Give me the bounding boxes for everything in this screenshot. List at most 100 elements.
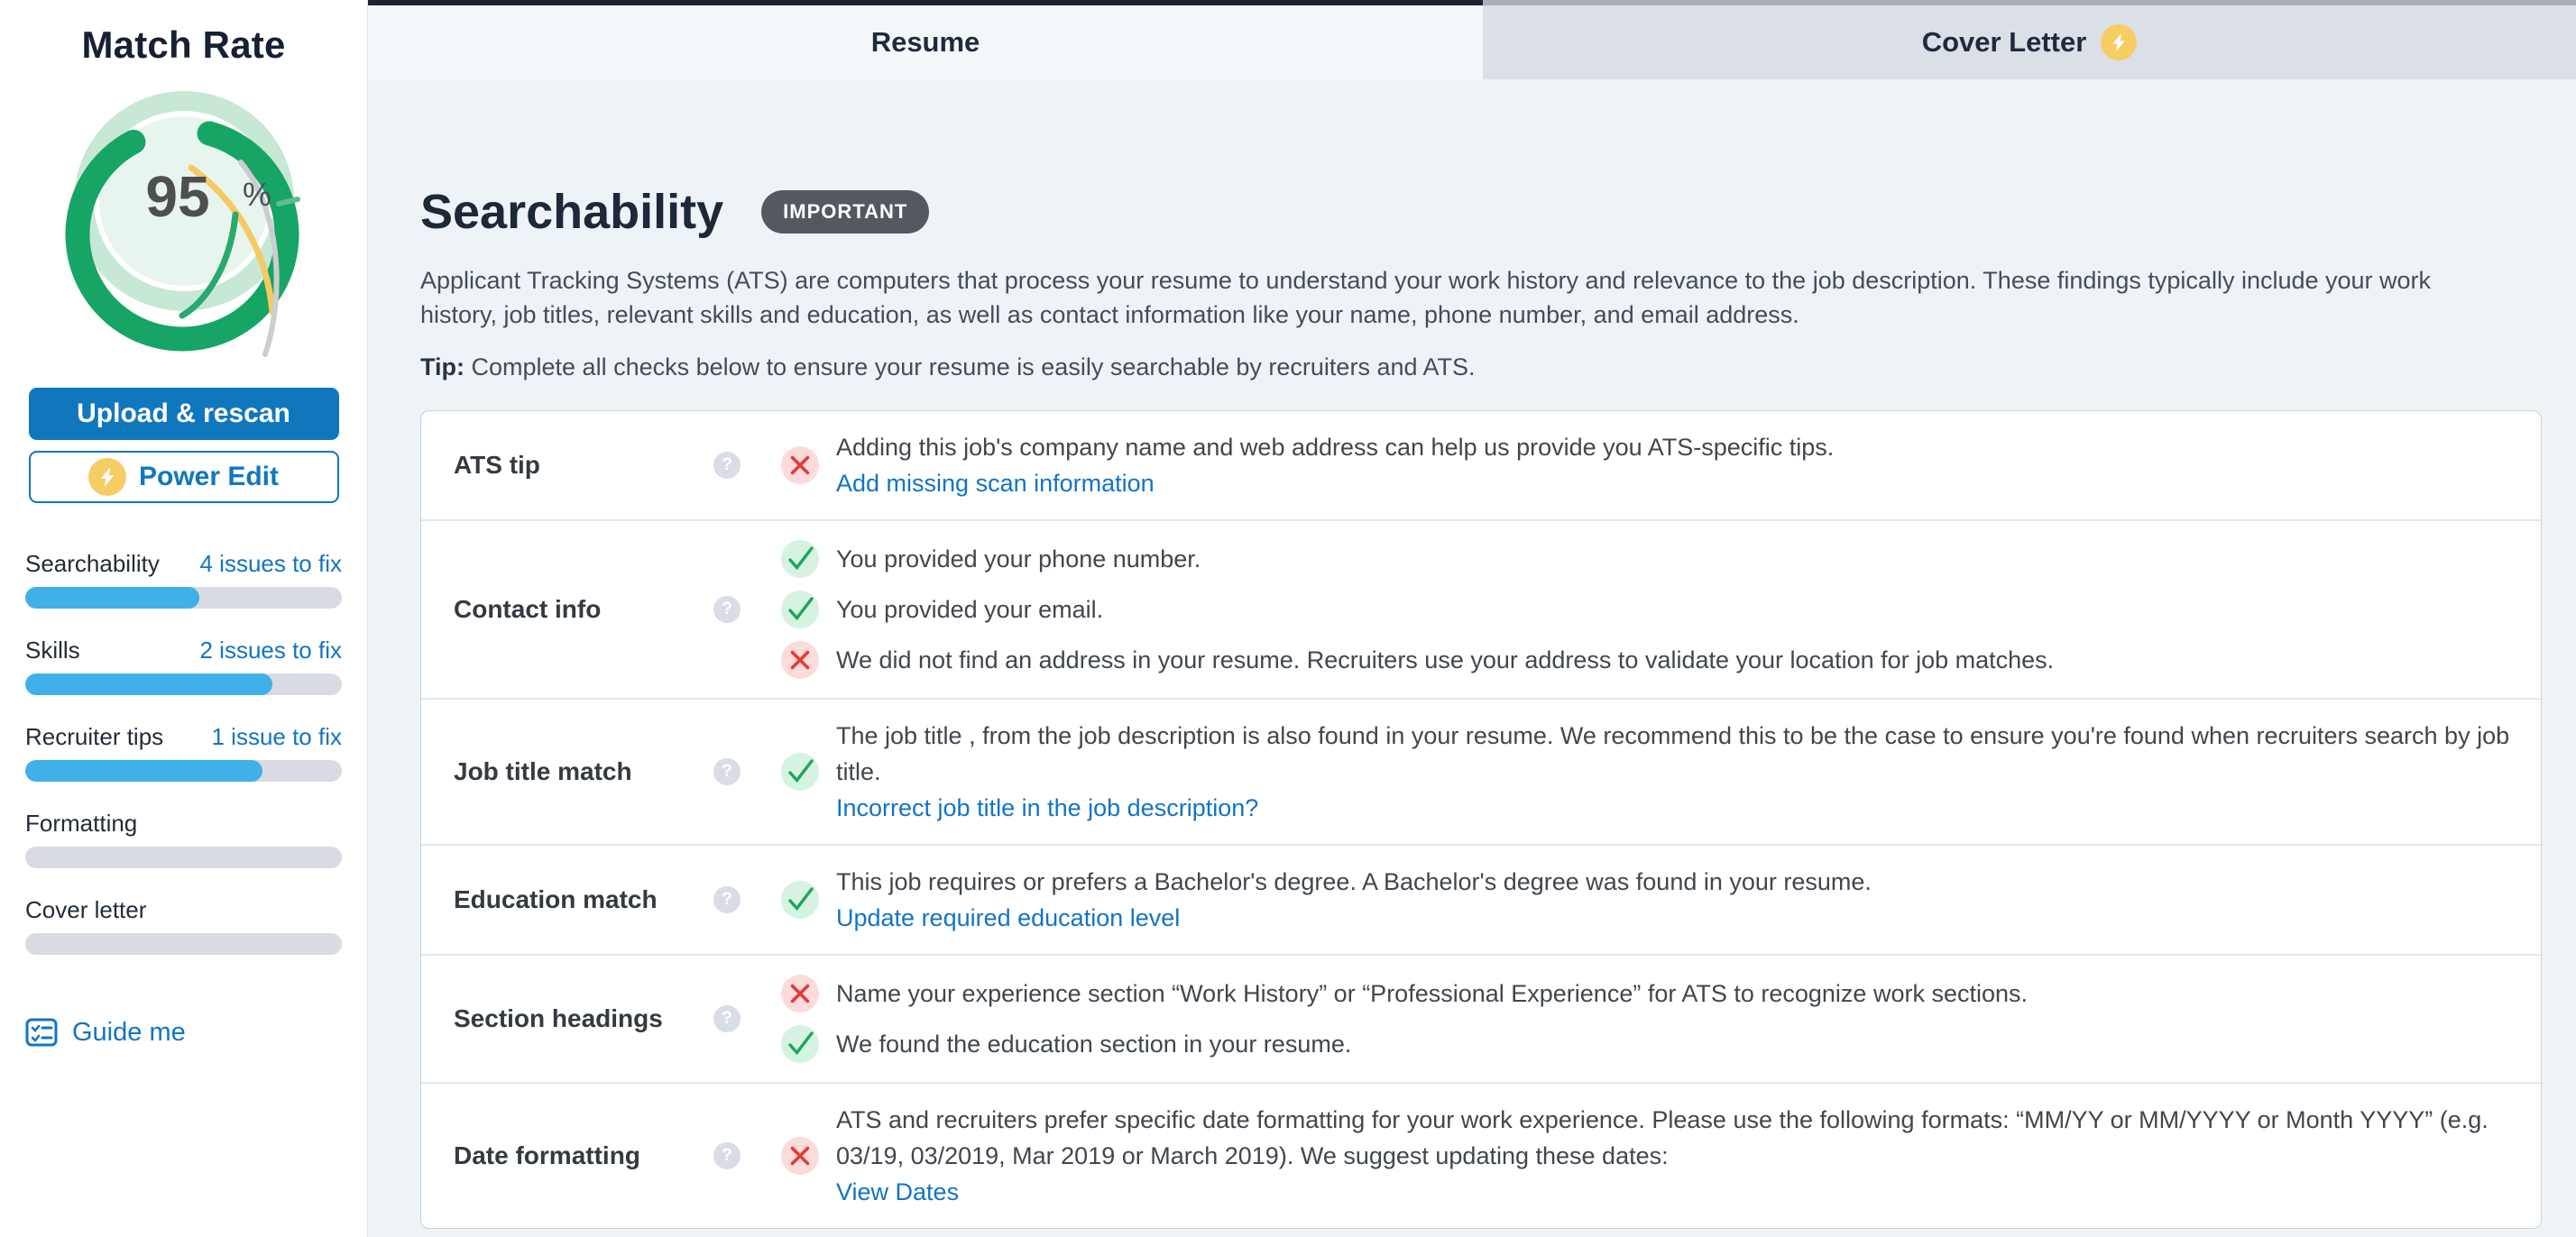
match-rate-score-unit: %: [243, 176, 271, 213]
check-item-text: Name your experience section “Work Histo…: [836, 980, 2028, 1007]
help-icon[interactable]: ?: [713, 452, 741, 479]
category-issues-link[interactable]: 4 issues to fix: [199, 550, 342, 578]
power-edit-label: Power Edit: [139, 462, 279, 492]
check-item-link[interactable]: Incorrect job title in the job descripti…: [836, 790, 2519, 826]
check-item-body: You provided your email.: [836, 591, 1103, 628]
category-label: Formatting: [25, 810, 137, 838]
match-rate-title: Match Rate: [0, 23, 367, 67]
category-issues-link[interactable]: 1 issue to fix: [211, 723, 342, 751]
help-cell: ?: [692, 1005, 762, 1032]
check-item-body: The job title , from the job description…: [836, 718, 2519, 826]
checklist-icon: [25, 1016, 58, 1049]
guide-me-link[interactable]: Guide me: [25, 1016, 342, 1049]
help-cell: ?: [692, 758, 762, 785]
check-item-text: This job requires or prefers a Bachelor'…: [836, 868, 1872, 895]
check-item-body: This job requires or prefers a Bachelor'…: [836, 864, 1872, 936]
check-item: Adding this job's company name and web a…: [780, 429, 2519, 501]
check-icon: [780, 539, 820, 579]
category-label: Cover letter: [25, 896, 146, 924]
score-category: Skills2 issues to fix: [25, 637, 342, 695]
upload-rescan-button[interactable]: Upload & rescan: [29, 388, 339, 440]
searchability-checks-card: ATS tip? Adding this job's company name a…: [420, 410, 2542, 1229]
help-icon[interactable]: ?: [713, 1142, 741, 1169]
check-item-body: You provided your phone number.: [836, 541, 1201, 577]
check-item-text: The job title , from the job description…: [836, 722, 2509, 785]
check-item-link[interactable]: Update required education level: [836, 900, 1872, 936]
score-category: Formatting: [25, 810, 342, 868]
help-icon[interactable]: ?: [713, 758, 741, 785]
help-cell: ?: [692, 886, 762, 913]
check-items: The job title , from the job description…: [762, 718, 2519, 826]
tab-resume[interactable]: Resume: [368, 0, 1483, 79]
check-item: The job title , from the job description…: [780, 718, 2519, 826]
check-items: You provided your phone number. You provi…: [762, 539, 2519, 680]
score-category: Recruiter tips 1 issue to fix: [25, 723, 342, 782]
help-cell: ?: [692, 452, 762, 479]
check-row: Section headings? Name your experience se…: [421, 954, 2541, 1082]
category-progressbar: [25, 673, 342, 695]
check-item: You provided your email.: [780, 590, 2519, 629]
tab-resume-label: Resume: [871, 26, 980, 59]
help-icon[interactable]: ?: [713, 1005, 741, 1032]
check-item-text: We found the education section in your r…: [836, 1031, 1351, 1058]
power-edit-button[interactable]: Power Edit: [29, 451, 339, 503]
check-items: ATS and recruiters prefer specific date …: [762, 1102, 2519, 1210]
tip-label: Tip:: [420, 353, 465, 380]
check-icon: [780, 590, 820, 629]
searchability-section: Searchability IMPORTANT Applicant Tracki…: [368, 79, 2576, 1229]
check-label: Section headings: [421, 1004, 692, 1033]
category-progressbar: [25, 847, 342, 868]
check-icon: [780, 880, 820, 920]
help-cell: ?: [692, 1142, 762, 1169]
cross-icon: [780, 1136, 820, 1176]
check-item: Name your experience section “Work Histo…: [780, 974, 2519, 1013]
check-item-body: ATS and recruiters prefer specific date …: [836, 1102, 2519, 1210]
help-icon[interactable]: ?: [713, 596, 741, 623]
check-row: Education match?This job requires or pre…: [421, 844, 2541, 954]
document-tabbar: Resume Cover Letter: [368, 0, 2576, 79]
match-rate-sidebar: Match Rate 95 % Upload & rescan Powe: [0, 0, 368, 1237]
check-item-body: Name your experience section “Work Histo…: [836, 976, 2028, 1012]
check-item-text: You provided your phone number.: [836, 545, 1201, 573]
category-progressbar: [25, 760, 342, 782]
score-category-head: Recruiter tips 1 issue to fix: [25, 723, 342, 751]
score-category-head: Cover letter: [25, 896, 342, 924]
check-items: This job requires or prefers a Bachelor'…: [762, 864, 2519, 936]
check-row: ATS tip? Adding this job's company name a…: [421, 411, 2541, 519]
match-rate-donut: 95 %: [49, 79, 319, 377]
main-panel: Resume Cover Letter Searchability IMPORT…: [368, 0, 2576, 1237]
guide-me-label: Guide me: [72, 1018, 186, 1048]
check-item-body: Adding this job's company name and web a…: [836, 429, 1834, 501]
category-progress-fill: [25, 760, 262, 782]
score-category: Searchability4 issues to fix: [25, 550, 342, 609]
score-categories: Searchability4 issues to fix Skills2 issu…: [25, 550, 342, 955]
category-issues-link[interactable]: 2 issues to fix: [199, 637, 342, 664]
check-items: Adding this job's company name and web a…: [762, 429, 2519, 501]
check-item-body: We did not find an address in your resum…: [836, 642, 2054, 678]
cross-icon: [780, 974, 820, 1013]
category-progress-fill: [25, 673, 272, 695]
score-category-head: Skills2 issues to fix: [25, 637, 342, 664]
check-label: Date formatting: [421, 1141, 692, 1170]
check-item-link[interactable]: View Dates: [836, 1174, 2519, 1210]
category-label: Recruiter tips: [25, 723, 163, 751]
ats-scan-report-page: Match Rate 95 % Upload & rescan Powe: [0, 0, 2576, 1237]
check-icon: [780, 752, 820, 792]
tab-cover-letter-label: Cover Letter: [1922, 26, 2087, 59]
check-item: ATS and recruiters prefer specific date …: [780, 1102, 2519, 1210]
check-item-body: We found the education section in your r…: [836, 1026, 1351, 1062]
check-label: ATS tip: [421, 451, 692, 480]
category-progressbar: [25, 933, 342, 955]
check-item: We did not find an address in your resum…: [780, 640, 2519, 680]
check-row: Contact info?You provided your phone num…: [421, 519, 2541, 698]
power-edit-bolt-icon: [88, 458, 126, 496]
check-item-text: You provided your email.: [836, 596, 1103, 623]
check-item-link[interactable]: Add missing scan information: [836, 465, 1834, 501]
cross-icon: [780, 640, 820, 680]
tab-cover-letter[interactable]: Cover Letter: [1483, 0, 2576, 79]
tip-text: Complete all checks below to ensure your…: [465, 353, 1476, 380]
help-icon[interactable]: ?: [713, 886, 741, 913]
check-item: You provided your phone number.: [780, 539, 2519, 579]
check-item: This job requires or prefers a Bachelor'…: [780, 864, 2519, 936]
check-icon: [780, 1024, 820, 1064]
